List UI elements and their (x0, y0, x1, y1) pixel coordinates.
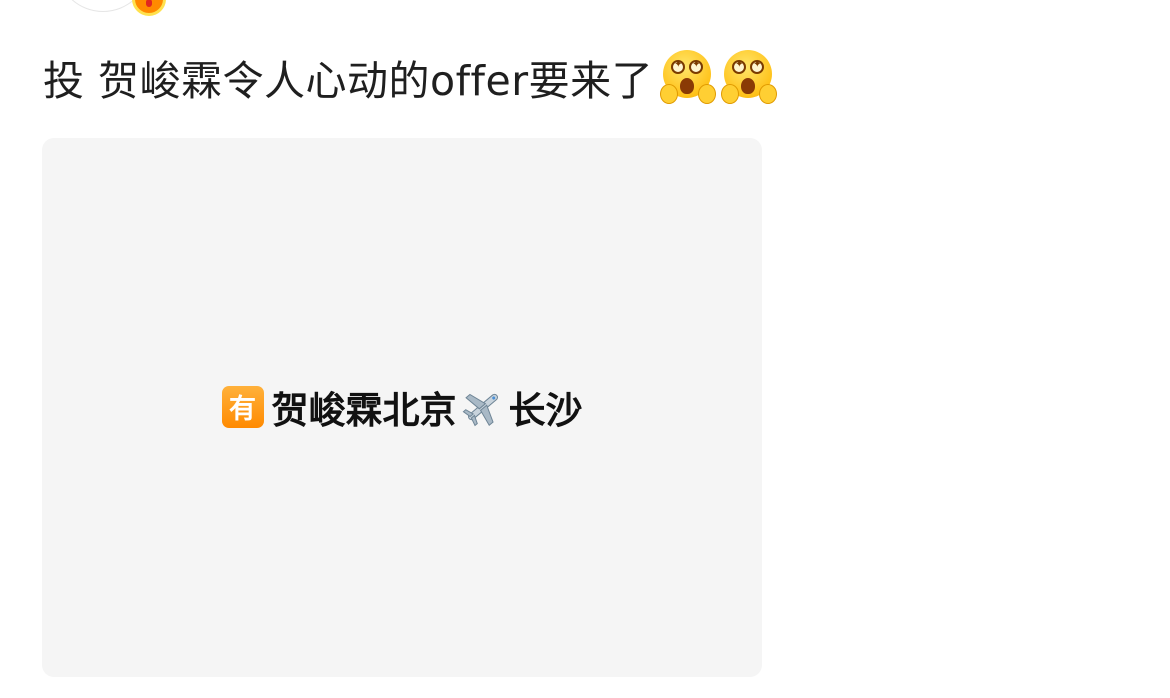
star-eyes-face-icon (660, 50, 717, 104)
verified-badge-icon (132, 0, 166, 16)
caption-destination: 长沙 (508, 388, 583, 432)
image-caption: 有 贺峻霖北京 长沙 (221, 380, 583, 434)
star-eyes-face-icon (721, 50, 778, 104)
post-content: 投 贺峻霖令人心动的offer要来了 (43, 48, 778, 106)
username-clipped[interactable] (262, 0, 362, 4)
you-badge-icon: 有 (221, 385, 264, 428)
weibo-post: 投 贺峻霖令人心动的offer要来了 有 贺峻霖北京 (0, 0, 1170, 698)
caption-origin: 贺峻霖北京 (271, 388, 457, 432)
airplane-icon (462, 393, 498, 426)
post-image[interactable]: 有 贺峻霖北京 长沙 (42, 138, 762, 677)
post-text: 投 贺峻霖令人心动的offer要来了 (43, 57, 654, 105)
